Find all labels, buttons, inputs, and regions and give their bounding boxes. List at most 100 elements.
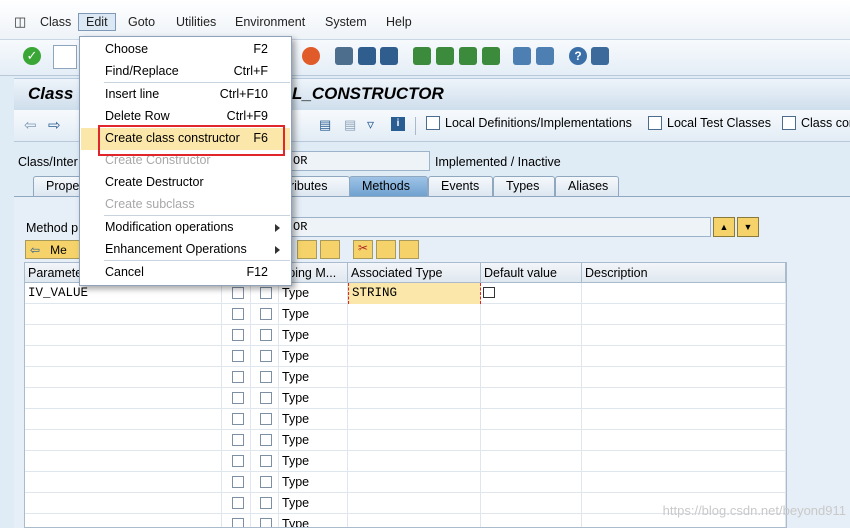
cell-description[interactable]	[582, 367, 786, 388]
cell-typing[interactable]: Type	[279, 304, 348, 325]
tab-events[interactable]: Events	[428, 176, 493, 196]
cell-associated-type[interactable]	[348, 346, 481, 367]
tab-types[interactable]: Types	[493, 176, 555, 196]
optional-checkbox[interactable]	[260, 308, 272, 320]
optional-checkbox[interactable]	[260, 329, 272, 341]
find-next-icon[interactable]	[380, 47, 398, 65]
cell-description[interactable]	[582, 325, 786, 346]
cell-default-value[interactable]	[481, 514, 582, 527]
cell-default-value[interactable]	[481, 493, 582, 514]
tab-methods[interactable]: Methods	[349, 176, 428, 196]
pass-value-checkbox[interactable]	[232, 329, 244, 341]
col-header-associated-type[interactable]: Associated Type	[348, 263, 481, 283]
cell-typing[interactable]: Type	[279, 346, 348, 367]
cell-associated-type[interactable]	[348, 367, 481, 388]
cell-description[interactable]	[582, 430, 786, 451]
scroll-down-button[interactable]: ▼	[737, 217, 759, 237]
menu-environment[interactable]: Environment	[235, 15, 305, 29]
optional-checkbox[interactable]	[260, 413, 272, 425]
class-constructor-button[interactable]: Class cons	[782, 116, 850, 130]
class-name-field[interactable]: OR	[288, 151, 430, 171]
pass-value-checkbox[interactable]	[232, 413, 244, 425]
edit-menu-item-insert-line[interactable]: Insert line Ctrl+F10	[81, 84, 290, 106]
cell-typing[interactable]: Type	[279, 493, 348, 514]
col-header-default-value[interactable]: Default value	[481, 263, 582, 283]
hierarchy-icon[interactable]: ▤	[319, 117, 331, 133]
cell-parameter[interactable]	[25, 304, 222, 325]
delete-row-icon[interactable]	[320, 240, 340, 259]
pass-value-checkbox[interactable]	[232, 308, 244, 320]
cell-default-value[interactable]	[481, 388, 582, 409]
cell-default-value[interactable]	[481, 325, 582, 346]
cell-typing[interactable]: Type	[279, 283, 348, 304]
cell-parameter[interactable]	[25, 430, 222, 451]
previous-page-icon[interactable]	[436, 47, 454, 65]
edit-menu-item-choose[interactable]: Choose F2	[81, 39, 290, 61]
cell-default-value[interactable]	[481, 367, 582, 388]
cell-typing[interactable]: Type	[279, 367, 348, 388]
command-field[interactable]	[53, 45, 77, 69]
cell-parameter[interactable]	[25, 367, 222, 388]
cell-parameter[interactable]	[25, 493, 222, 514]
layout-icon[interactable]	[591, 47, 609, 65]
menu-edit[interactable]: Edit	[78, 13, 116, 31]
menu-class[interactable]: Class	[40, 15, 71, 29]
new-session-icon[interactable]	[513, 47, 531, 65]
cell-default-value[interactable]	[481, 472, 582, 493]
cell-description[interactable]	[582, 472, 786, 493]
cell-associated-type[interactable]	[348, 472, 481, 493]
cut-icon[interactable]: ✂	[353, 240, 373, 259]
optional-checkbox[interactable]	[260, 455, 272, 467]
cell-associated-type[interactable]	[348, 304, 481, 325]
cell-default-value[interactable]	[481, 304, 582, 325]
pass-value-checkbox[interactable]	[232, 434, 244, 446]
cell-parameter[interactable]: IV_VALUE	[25, 283, 222, 304]
optional-checkbox[interactable]	[260, 518, 272, 527]
cancel-icon[interactable]	[302, 47, 320, 65]
back-arrow-icon[interactable]: ⇦	[24, 116, 37, 134]
cell-description[interactable]	[582, 283, 786, 304]
cell-associated-type[interactable]	[348, 409, 481, 430]
cell-parameter[interactable]	[25, 451, 222, 472]
info-icon[interactable]: i	[391, 117, 405, 131]
edit-menu-item-modification-operations[interactable]: Modification operations	[81, 217, 290, 239]
copy-icon[interactable]	[376, 240, 396, 259]
cell-description[interactable]	[582, 304, 786, 325]
cell-default-value[interactable]	[481, 409, 582, 430]
cell-typing[interactable]: Type	[279, 430, 348, 451]
list-icon[interactable]: ▤	[344, 117, 356, 133]
cell-parameter[interactable]	[25, 472, 222, 493]
cell-typing[interactable]: Type	[279, 409, 348, 430]
cell-typing[interactable]: Type	[279, 514, 348, 527]
scroll-up-button[interactable]: ▲	[713, 217, 735, 237]
menu-goto[interactable]: Goto	[128, 15, 155, 29]
cell-parameter[interactable]	[25, 325, 222, 346]
menu-utilities[interactable]: Utilities	[176, 15, 216, 29]
cell-associated-type[interactable]	[348, 493, 481, 514]
cell-default-value[interactable]	[481, 451, 582, 472]
local-test-classes-button[interactable]: Local Test Classes	[648, 116, 771, 130]
filter-icon[interactable]: ▿	[367, 116, 374, 133]
cell-associated-type[interactable]	[348, 451, 481, 472]
cell-typing[interactable]: Type	[279, 325, 348, 346]
pass-value-checkbox[interactable]	[232, 518, 244, 527]
cell-typing[interactable]: Type	[279, 451, 348, 472]
cell-associated-type[interactable]: STRING	[348, 283, 481, 304]
pass-value-checkbox[interactable]	[232, 392, 244, 404]
shortcut-icon[interactable]	[536, 47, 554, 65]
optional-checkbox[interactable]	[260, 392, 272, 404]
pass-value-checkbox[interactable]	[232, 497, 244, 509]
cell-description[interactable]	[582, 451, 786, 472]
menu-system[interactable]: System	[325, 15, 367, 29]
pass-value-checkbox[interactable]	[232, 476, 244, 488]
pass-value-checkbox[interactable]	[232, 371, 244, 383]
methods-back-button[interactable]: ⇦ Me	[25, 240, 81, 259]
forward-arrow-icon[interactable]: ⇨	[48, 116, 61, 134]
first-page-icon[interactable]	[413, 47, 431, 65]
cell-default-value[interactable]	[481, 430, 582, 451]
cell-description[interactable]	[582, 388, 786, 409]
optional-checkbox[interactable]	[260, 350, 272, 362]
optional-checkbox[interactable]	[260, 476, 272, 488]
cell-associated-type[interactable]	[348, 430, 481, 451]
find-icon[interactable]	[358, 47, 376, 65]
